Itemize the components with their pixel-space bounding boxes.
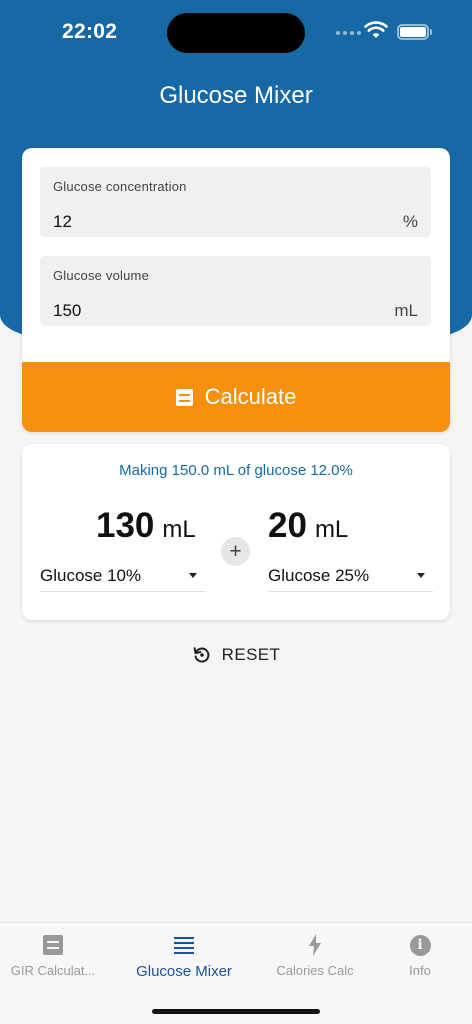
concentration-unit: % [402,212,418,231]
tab-label: Info [409,963,431,978]
first-amount-value: 130 [96,506,155,545]
wifi-icon [364,21,388,38]
volume-input[interactable]: 150 [53,301,81,321]
result-card: Making 150.0 mL of glucose 12.0% 130 mL … [22,444,450,620]
page-title: Glucose Mixer [159,82,313,109]
second-amount-unit: mL [314,516,349,543]
chevron-down-icon [417,573,425,578]
concentration-label: Glucose concentration [53,179,187,194]
second-amount-value: 20 [268,506,307,545]
concentration-input[interactable]: 12 [53,212,72,232]
battery-icon [397,24,432,40]
tab-label: GIR Calculat... [10,963,96,978]
volume-label: Glucose volume [53,268,150,283]
reset-icon [193,647,210,663]
tab-label: Glucose Mixer [136,963,232,980]
tab-info[interactable]: i Info [384,933,456,978]
chevron-down-icon [189,573,197,578]
reset-button[interactable]: RESET [0,645,472,665]
calculate-label: Calculate [204,384,297,409]
plus-icon: + [221,537,250,566]
home-indicator [152,1009,320,1014]
volume-unit: mL [394,301,418,320]
info-icon: i [409,934,431,956]
calculator-icon [43,935,63,955]
first-solution-value: Glucose 10% [40,566,142,585]
first-amount-unit: mL [162,516,196,543]
tab-calories-calc[interactable]: Calories Calc [260,933,370,978]
status-bar: 22:02 [0,0,472,60]
first-amount: 130 mL [96,506,196,546]
tab-gir-calculator[interactable]: GIR Calculat... [0,933,106,978]
bolt-icon [309,934,321,956]
cellular-signal-icon [336,31,361,35]
second-solution-select[interactable]: Glucose 25% [268,562,433,592]
second-amount: 20 mL [268,506,348,546]
input-card: Glucose concentration 12 % Glucose volum… [22,148,450,432]
tab-glucose-mixer[interactable]: Glucose Mixer [118,933,250,980]
lines-icon [174,936,194,954]
status-time: 22:02 [62,20,118,43]
tab-label: Calories Calc [276,963,354,978]
first-solution-select[interactable]: Glucose 10% [40,562,205,592]
reset-label: RESET [221,645,281,664]
second-solution-value: Glucose 25% [268,566,370,585]
result-message: Making 150.0 mL of glucose 12.0% [119,462,353,479]
volume-field[interactable]: Glucose volume 150 mL [40,256,431,326]
dynamic-island [167,13,305,53]
calculator-icon [175,388,193,406]
concentration-field[interactable]: Glucose concentration 12 % [40,167,431,237]
calculate-button[interactable]: Calculate [22,362,450,432]
